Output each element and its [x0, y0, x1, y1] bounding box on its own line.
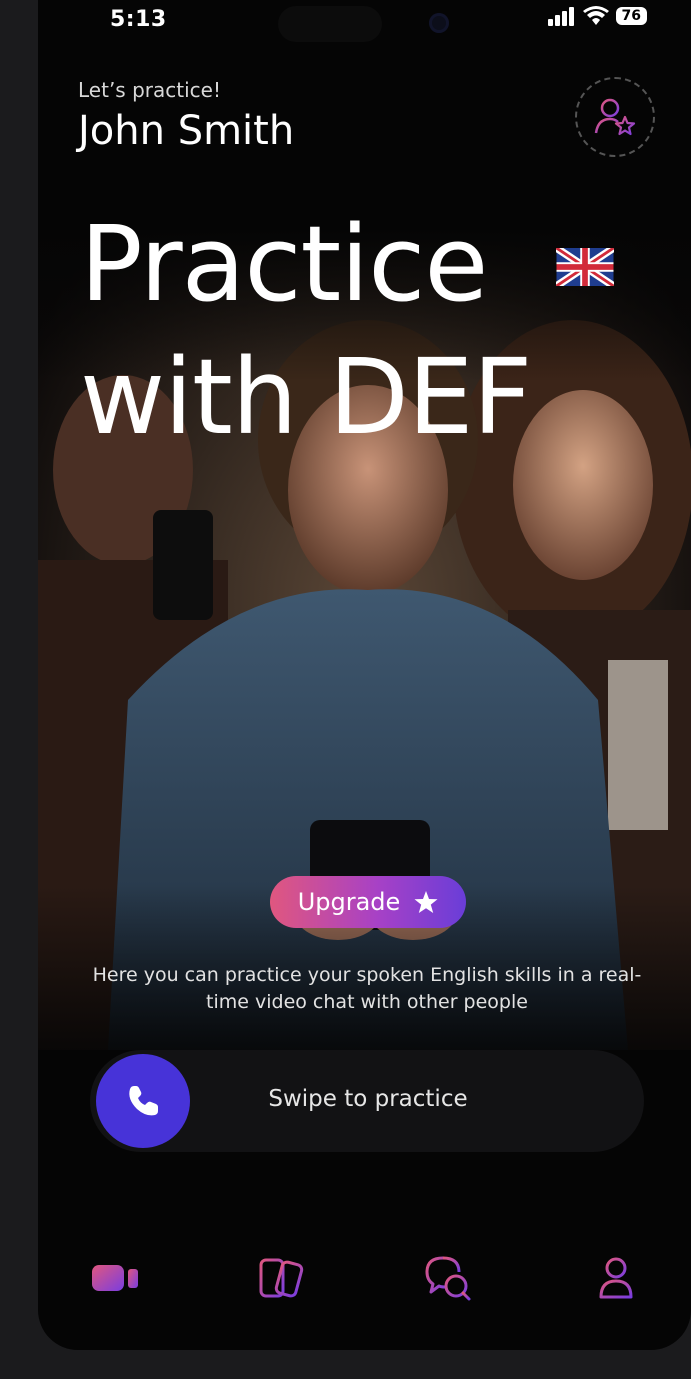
wifi-icon [582, 6, 609, 25]
star-icon [414, 891, 438, 913]
upgrade-label: Upgrade [297, 888, 401, 916]
user-name: John Smith [78, 108, 295, 154]
video-icon [92, 1265, 138, 1291]
signal-icon [547, 7, 574, 26]
profile-icon [599, 1257, 633, 1299]
chat-icon [425, 1256, 471, 1301]
status-bar: 5:13 76 [38, 0, 691, 42]
app-screen: 5:13 76 Let’s practice! John Smith Pract… [38, 0, 691, 1350]
user-star-icon [594, 98, 636, 136]
phone-frame: 5:13 76 Let’s practice! John Smith Pract… [0, 0, 691, 1379]
swipe-handle[interactable] [96, 1054, 190, 1148]
cards-icon [259, 1258, 304, 1298]
nav-profile[interactable] [588, 1250, 644, 1306]
hero-title-line1: Practice [80, 203, 488, 325]
dynamic-island [278, 6, 382, 42]
nav-video[interactable] [88, 1250, 144, 1306]
uk-flag-icon [556, 248, 614, 286]
nav-chat[interactable] [421, 1250, 477, 1306]
greeting-text: Let’s practice! [78, 78, 221, 102]
battery-icon: 76 [615, 7, 647, 25]
description-text: Here you can practice your spoken Englis… [92, 964, 642, 1013]
nav-cards[interactable] [254, 1250, 310, 1306]
status-icons: 76 [547, 6, 647, 26]
swipe-label: Swipe to practice [268, 1086, 468, 1112]
bottom-nav [38, 1240, 691, 1310]
upgrade-button[interactable]: Upgrade [270, 876, 466, 928]
clock: 5:13 [110, 7, 167, 32]
avatar-button[interactable] [575, 77, 655, 157]
hero-title-line2: with DEF [80, 336, 532, 458]
phone-icon [129, 1086, 158, 1116]
camera-dot [429, 13, 449, 33]
